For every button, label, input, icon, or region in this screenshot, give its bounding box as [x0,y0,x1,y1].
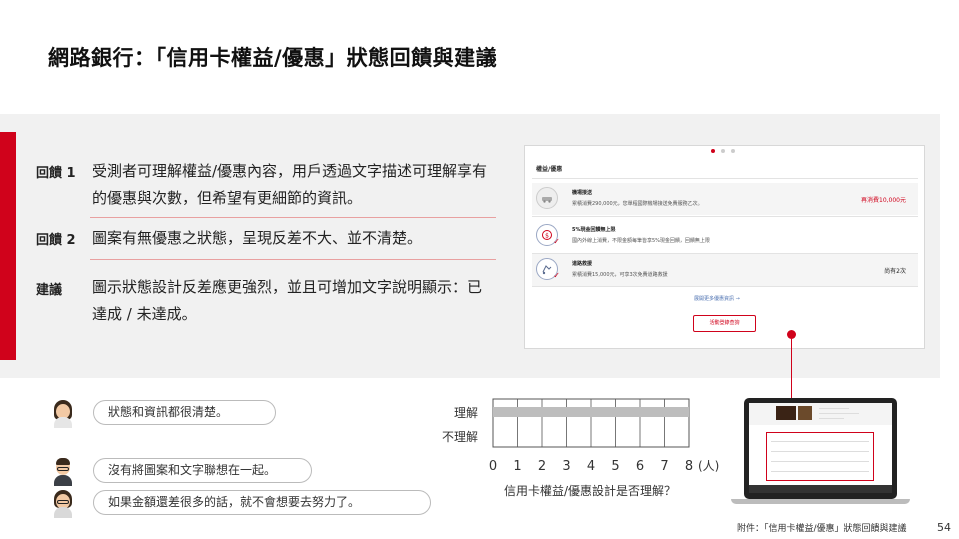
suggestion-text: 圖示狀態設計反差應更強烈，並且可增加文字說明顯示：已達成 / 未達成。 [92,278,483,323]
chart-tick-label: 4 [587,459,595,474]
benefit-status: 再消費10,000元 [861,197,906,204]
car-icon [536,187,558,209]
chart-tick-label: 5 [611,459,619,474]
roadside-icon: ✓ [536,258,560,280]
svg-text:$: $ [545,233,549,240]
page-title: 網路銀行：「信用卡權益/優惠」狀態回饋與建議 [48,46,498,70]
chart-tick-label: 7 [660,459,668,474]
chart-tick-label: 0 [489,459,497,474]
feedback-1-text: 受測者可理解權益/優惠內容，用戶透過文字描述可理解享有的優惠與次數，但希望有更細… [92,162,488,207]
comment-bubble: 沒有將圖案和文字聯想在一起。 [93,458,312,483]
chart-bar [493,407,689,417]
benefit-row[interactable]: 機場接送 累積消費290,000元，您單程國際機場接送免費服務乙次。 再消費10… [532,183,918,215]
divider [532,286,918,287]
benefit-title: 機場接送 [572,190,593,196]
more-benefits-link[interactable]: 展開更多優惠資訊 → [694,295,740,302]
divider [532,178,918,179]
chart-tick-label: 2 [538,459,546,474]
chart-tick-label: 3 [562,459,570,474]
benefits-header: 權益/優惠 [536,166,563,173]
woman-avatar [51,400,75,428]
carousel-dot-active[interactable] [711,149,715,153]
benefit-title: 道路救援 [572,261,593,267]
carousel-dot[interactable] [731,149,735,153]
benefit-desc: 累積消費15,000元，可享3次免費道路救援 [572,272,668,278]
benefit-status: 尚有2次 [884,268,906,275]
divider [90,259,496,260]
divider [532,216,918,217]
woman-glasses-avatar [51,490,75,518]
chart-tick-label: 8 [685,459,693,474]
chart-category-label: 不理解 [442,430,478,444]
suggestion-label: 建議 [36,283,63,298]
feedback-2-text: 圖案有無優惠之狀態，呈現反差不大、並不清楚。 [92,229,423,247]
footer-note: 附件：「信用卡權益/優惠」狀態回饋與建議 [737,524,907,534]
check-icon: ✓ [553,237,560,246]
chart-tick-label: 1 [513,459,521,474]
accent-bar [0,132,16,360]
chart-category-label: 理解 [454,406,478,420]
check-icon: ✓ [553,271,560,280]
event-registration-button[interactable]: 活動登錄查詢 [693,315,756,332]
cashback-icon: $ ✓ [536,224,560,246]
chart-unit-label: (人) [698,459,719,473]
feedback-1-label: 回饋 1 [36,166,76,181]
callout-dot [787,330,796,339]
benefit-row[interactable]: $ ✓ 5%現金回饋無上限 國內外線上消費，不限金額每筆皆享5%現金回饋，回饋無… [532,220,918,252]
benefit-title: 5%現金回饋無上限 [572,227,616,233]
benefit-row[interactable]: ✓ 道路救援 累積消費15,000元，可享3次免費道路救援 尚有2次 [532,254,918,286]
divider [90,217,496,218]
man-glasses-avatar [51,458,75,486]
benefit-desc: 累積消費290,000元，您單程國際機場接送免費服務乙次。 [572,201,703,207]
carousel-dot[interactable] [721,149,725,153]
chart-tick-label: 6 [636,459,644,474]
comprehension-bar-chart: 理解不理解 0 1 2 3 4 5 6 7 8 (人) [442,398,719,474]
laptop-screen-preview [749,403,892,493]
comment-bubble: 如果金額還差很多的話，就不會想要去努力了。 [93,490,431,515]
comment-bubble: 狀態和資訊都很清楚。 [93,400,276,425]
chart-x-title: 信用卡權益/優惠設計是否理解？ [504,484,677,498]
page-number: 54 [937,521,951,534]
laptop-base [731,499,910,504]
benefit-desc: 國內外線上消費，不限金額每筆皆享5%現金回饋，回饋無上限 [572,238,710,244]
feedback-2-label: 回饋 2 [36,233,76,248]
